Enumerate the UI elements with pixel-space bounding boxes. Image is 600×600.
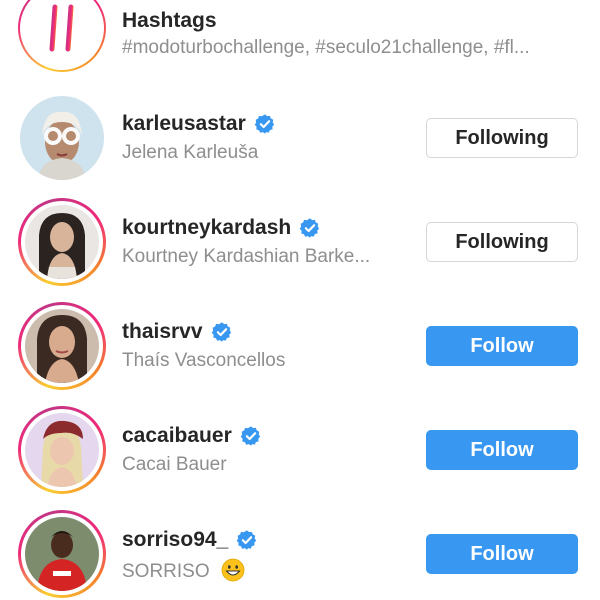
list-item[interactable]: karleusastar Jelena Karleuša Following <box>0 86 600 190</box>
full-name: Jelena Karleuša <box>122 142 259 163</box>
username: cacaibauer <box>122 424 232 447</box>
follow-button[interactable]: Follow <box>426 534 578 574</box>
full-name-line: SORRISO <box>122 558 412 583</box>
avatar[interactable] <box>18 510 106 598</box>
full-name: Thaís Vasconcellos <box>122 350 286 371</box>
hashtags-title: Hashtags <box>122 9 217 32</box>
follow-button[interactable]: Follow <box>426 326 578 366</box>
full-name: Cacai Bauer <box>122 454 227 475</box>
hashtag-avatar <box>18 0 106 72</box>
following-button[interactable]: Following <box>426 222 578 262</box>
verified-badge-icon <box>240 426 260 446</box>
list-item[interactable]: cacaibauer Cacai Bauer Follow <box>0 398 600 502</box>
full-name: Kourtney Kardashian Barke... <box>122 246 371 267</box>
avatar[interactable] <box>18 302 106 390</box>
avatar-photo <box>25 517 99 591</box>
username: sorriso94_ <box>122 528 229 551</box>
avatar-photo <box>25 309 99 383</box>
avatar[interactable] <box>18 198 106 286</box>
search-results-list: Hashtags #modoturbochallenge, #seculo21c… <box>0 0 600 600</box>
full-name: SORRISO <box>122 561 210 582</box>
grinning-face-emoji-icon <box>221 558 245 582</box>
hashtag-icon <box>38 4 85 52</box>
verified-badge-icon <box>299 218 320 238</box>
following-button[interactable]: Following <box>426 118 578 158</box>
verified-badge-icon <box>254 114 274 134</box>
list-item[interactable]: kourtneykardash Kourtney Kardashian Bark… <box>0 190 600 294</box>
verified-badge-icon <box>236 530 257 550</box>
avatar-photo <box>25 205 99 279</box>
list-item[interactable]: sorriso94_ SORRISO Follow <box>0 502 600 600</box>
list-item[interactable]: thaisrvv Thaís Vasconcellos Follow <box>0 294 600 398</box>
hashtags-subtitle: #modoturbochallenge, #seculo21challenge,… <box>122 37 530 58</box>
avatar[interactable] <box>18 94 106 182</box>
follow-button[interactable]: Follow <box>426 430 578 470</box>
avatar-photo <box>25 413 99 487</box>
username: karleusastar <box>122 112 246 135</box>
avatar[interactable] <box>18 406 106 494</box>
username: kourtneykardash <box>122 216 292 239</box>
avatar-photo <box>20 96 104 180</box>
username: thaisrvv <box>122 320 203 343</box>
verified-badge-icon <box>211 322 231 342</box>
